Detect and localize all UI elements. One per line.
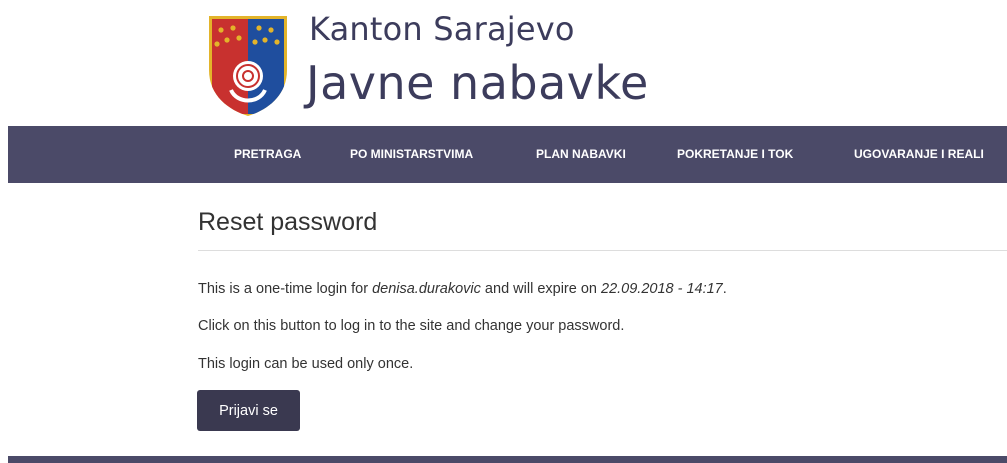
single-use-text: This login can be used only once. [198, 356, 414, 372]
nav-item-po-ministarstvima[interactable]: PO MINISTARSTVIMA [350, 126, 473, 183]
title-divider [198, 250, 1007, 251]
expiry-datetime: 22.09.2018 - 14:17 [601, 281, 723, 297]
notice-middle: and will expire on [480, 281, 601, 297]
page-title: Reset password [198, 208, 378, 236]
brand-title-line2: Javne nabavke [306, 56, 649, 110]
nav-item-pokretanje-i-tok[interactable]: POKRETANJE I TOK [677, 126, 793, 183]
notice-prefix: This is a one-time login for [198, 281, 373, 297]
nav-item-pretraga[interactable]: PRETRAGA [234, 126, 301, 183]
instruction-text: Click on this button to log in to the si… [198, 318, 625, 334]
nav-item-plan-nabavki[interactable]: PLAN NABAVKI [536, 126, 626, 183]
footer-bar [8, 456, 1007, 463]
main-navbar: PRETRAGA PO MINISTARSTVIMA PLAN NABAVKI … [8, 126, 1007, 183]
brand-title-line1: Kanton Sarajevo [309, 10, 575, 48]
one-time-login-notice: This is a one-time login for denisa.dura… [198, 281, 727, 297]
username: denisa.durakovic [372, 281, 481, 297]
nav-item-ugovaranje[interactable]: UGOVARANJE I REALI [854, 126, 984, 183]
site-header: Kanton Sarajevo Javne nabavke [0, 0, 1007, 126]
notice-suffix: . [722, 281, 727, 297]
login-submit-button[interactable]: Prijavi se [197, 390, 300, 431]
coat-of-arms-icon [209, 16, 287, 116]
